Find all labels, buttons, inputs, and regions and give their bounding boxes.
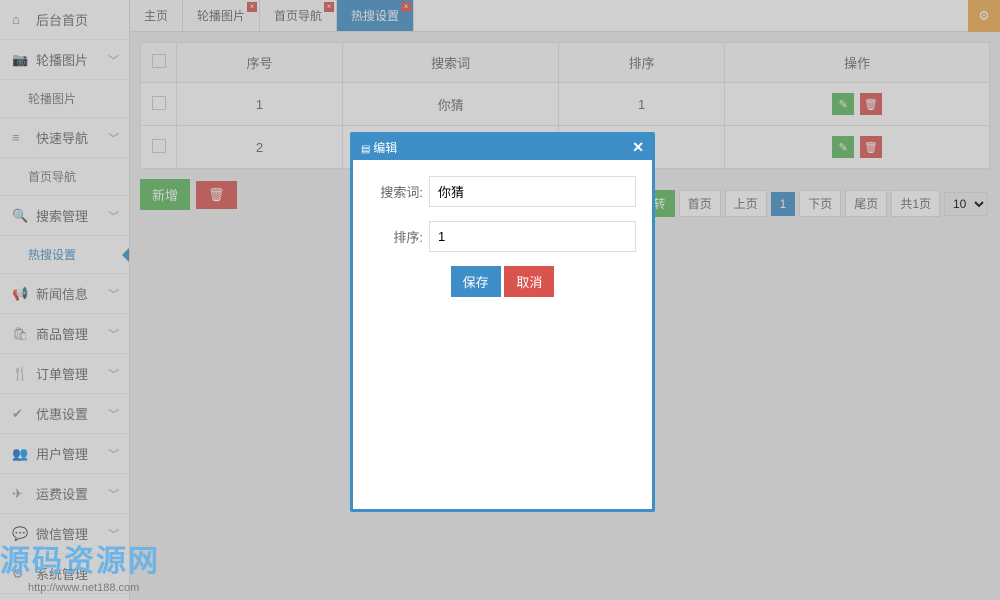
- modal-close-button[interactable]: ✕: [632, 139, 644, 156]
- modal-title: 编辑: [361, 139, 397, 156]
- term-input[interactable]: [429, 176, 636, 207]
- order-input[interactable]: [429, 221, 636, 252]
- cancel-button[interactable]: 取消: [504, 266, 554, 297]
- edit-modal: 编辑 ✕ 搜索词: 排序: 保存 取消: [350, 132, 655, 512]
- save-button[interactable]: 保存: [451, 266, 501, 297]
- modal-body: 搜索词: 排序: 保存 取消: [353, 160, 652, 313]
- order-label: 排序:: [369, 227, 423, 246]
- term-label: 搜索词:: [369, 182, 423, 201]
- modal-header: 编辑 ✕: [353, 135, 652, 160]
